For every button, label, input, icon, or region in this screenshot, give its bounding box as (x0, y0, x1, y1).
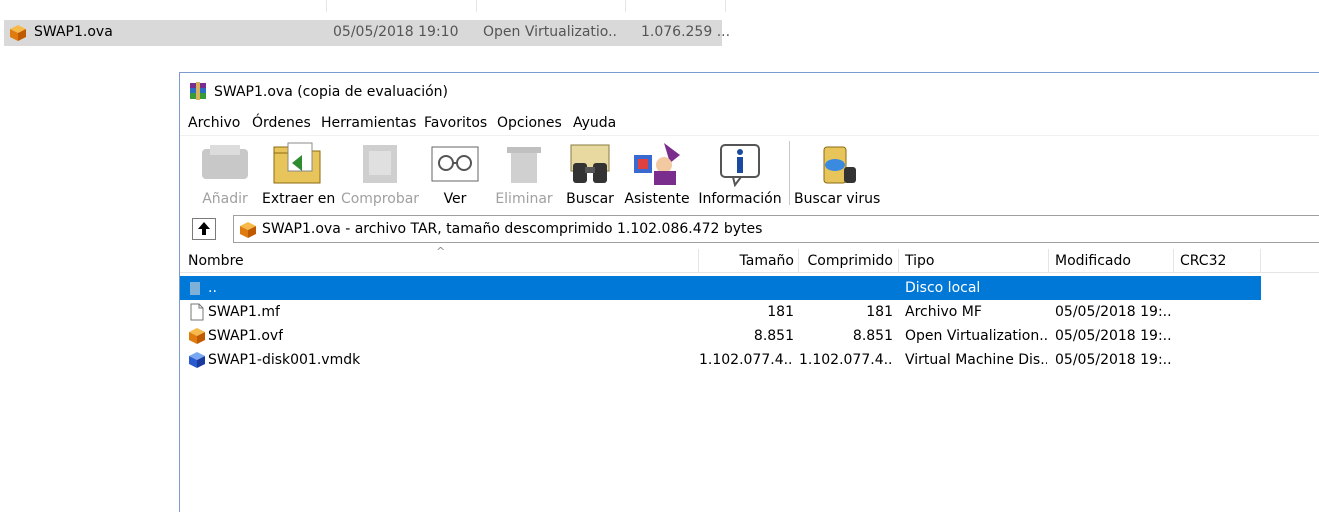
explorer-file-name: SWAP1.ova (34, 24, 113, 40)
text-file-icon (190, 303, 204, 321)
parent-folder-type: Disco local (905, 280, 981, 296)
parent-folder-row[interactable]: .. Disco local (180, 276, 1261, 300)
virus-scan-icon (823, 146, 856, 184)
row-type: Archivo MF (905, 304, 982, 320)
extract-folder-icon (273, 142, 321, 184)
wizard-label: Asistente (624, 191, 690, 207)
table-row[interactable]: SWAP1.mf 181 181 Archivo MF 05/05/2018 1… (180, 300, 1261, 324)
parent-folder-name: .. (208, 280, 217, 296)
explorer-file-size: 1.076.259 ... (641, 24, 731, 40)
row-name: SWAP1.ovf (208, 328, 284, 344)
explorer-file-type: Open Virtualizatio... (483, 24, 618, 40)
winrar-icon (190, 82, 206, 100)
row-packed: 1.102.077.4... (799, 352, 893, 368)
find-button[interactable]: Buscar (560, 137, 620, 209)
info-icon (720, 144, 760, 187)
explorer-col-date[interactable] (327, 0, 477, 12)
orange-box-icon (240, 222, 256, 238)
table-row[interactable]: SWAP1-disk001.vmdk 1.102.077.4... 1.102.… (180, 348, 1261, 372)
delete-label: Eliminar (495, 191, 553, 207)
test-label: Comprobar (340, 191, 420, 207)
row-size: 181 (767, 304, 794, 320)
toolbar: Añadir Extraer en Comprobar Ver Eliminar… (180, 137, 1319, 209)
blue-box-icon (189, 352, 205, 368)
add-icon (202, 145, 248, 179)
delete-button[interactable]: Eliminar (488, 137, 560, 209)
title-bar[interactable]: SWAP1.ova (copia de evaluación) (180, 73, 1319, 109)
wizard-button[interactable]: Asistente (624, 137, 690, 209)
orange-box-icon (189, 328, 205, 344)
col-header-name-label: Nombre (188, 253, 244, 269)
explorer-file-row[interactable]: SWAP1.ova 05/05/2018 19:10 Open Virtuali… (4, 20, 730, 46)
up-arrow-icon (198, 222, 210, 235)
row-name: SWAP1-disk001.vmdk (208, 352, 361, 368)
menu-ayuda[interactable]: Ayuda (573, 115, 616, 131)
menu-bar: Archivo Órdenes Herramientas Favoritos O… (180, 113, 1319, 135)
row-size: 8.851 (753, 328, 794, 344)
virus-scan-button[interactable]: Buscar virus (794, 137, 880, 209)
add-label: Añadir (202, 191, 248, 207)
extract-button[interactable]: Extraer en (262, 137, 336, 209)
row-packed: 181 (866, 304, 893, 320)
info-button[interactable]: Información (696, 137, 784, 209)
row-name: SWAP1.mf (208, 304, 280, 320)
row-modified: 05/05/2018 19:... (1055, 304, 1173, 320)
menu-ordenes[interactable]: Órdenes (252, 115, 311, 131)
view-glasses-icon (431, 146, 479, 182)
test-button[interactable]: Comprobar (338, 137, 422, 209)
row-type: Virtual Machine Dis... (905, 352, 1047, 368)
table-row[interactable]: SWAP1.ovf 8.851 8.851 Open Virtualizatio… (180, 324, 1261, 348)
menu-herramientas[interactable]: Herramientas (321, 115, 416, 131)
col-header-modified[interactable]: Modificado (1049, 249, 1174, 273)
row-modified: 05/05/2018 19:... (1055, 352, 1173, 368)
view-label: Ver (443, 191, 467, 207)
info-label: Información (698, 191, 782, 207)
explorer-col-type[interactable] (477, 0, 626, 12)
folder-up-icon (190, 282, 200, 295)
archive-path-text: SWAP1.ova - archivo TAR, tamaño descompr… (262, 221, 763, 237)
explorer-column-header (0, 0, 726, 12)
explorer-file-date: 05/05/2018 19:10 (333, 24, 459, 40)
window-title: SWAP1.ova (copia de evaluación) (214, 84, 449, 100)
file-list: Nombre ^ Tamaño Comprimido Tipo Modifica… (180, 245, 1319, 519)
row-packed: 8.851 (852, 328, 893, 344)
col-header-packed[interactable]: Comprimido (799, 249, 899, 273)
menu-favoritos[interactable]: Favoritos (424, 115, 487, 131)
col-header-crc32[interactable]: CRC32 (1174, 249, 1261, 273)
row-modified: 05/05/2018 19:... (1055, 328, 1173, 344)
delete-icon (507, 147, 541, 183)
sort-ascending-icon: ^ (436, 245, 446, 258)
explorer-col-size[interactable] (626, 0, 726, 12)
orange-box-icon (10, 25, 26, 41)
menu-opciones[interactable]: Opciones (497, 115, 562, 131)
col-header-type[interactable]: Tipo (899, 249, 1049, 273)
row-type: Open Virtualization... (905, 328, 1047, 344)
col-header-name[interactable]: Nombre ^ (180, 245, 699, 273)
file-list-header: Nombre ^ Tamaño Comprimido Tipo Modifica… (180, 245, 1319, 273)
col-header-size[interactable]: Tamaño (699, 249, 799, 273)
menu-separator (180, 135, 1319, 136)
view-button[interactable]: Ver (428, 137, 482, 209)
toolbar-separator (789, 141, 790, 205)
virus-scan-label: Buscar virus (794, 191, 881, 207)
row-size: 1.102.077.4... (699, 352, 794, 368)
test-icon (363, 145, 397, 183)
extract-label: Extraer en (262, 191, 336, 207)
wizard-icon (634, 143, 680, 185)
menu-archivo[interactable]: Archivo (188, 115, 240, 131)
up-folder-button[interactable] (192, 218, 216, 240)
address-bar: SWAP1.ova - archivo TAR, tamaño descompr… (180, 213, 1319, 245)
archive-path-field[interactable]: SWAP1.ova - archivo TAR, tamaño descompr… (233, 215, 1319, 243)
explorer-col-name[interactable] (0, 0, 327, 12)
find-label: Buscar (566, 191, 614, 207)
add-button[interactable]: Añadir (194, 137, 256, 209)
binoculars-icon (570, 144, 610, 183)
winrar-window: SWAP1.ova (copia de evaluación) Archivo … (179, 72, 1319, 519)
